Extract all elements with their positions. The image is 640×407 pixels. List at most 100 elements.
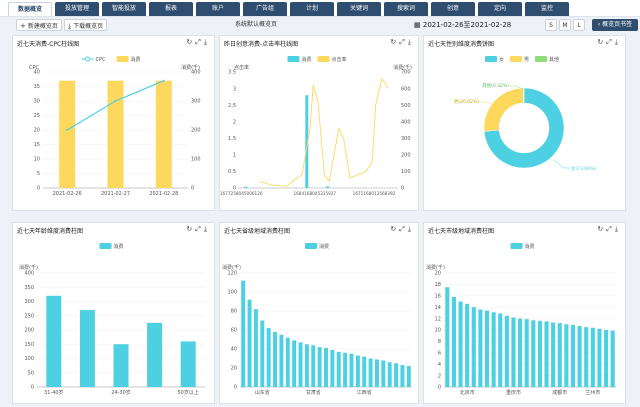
view-bookmark-button[interactable]: ‹ 概览页书签 (592, 19, 638, 31)
tab-7[interactable]: 关键词 (337, 2, 381, 16)
bar (394, 363, 399, 387)
bar (584, 327, 589, 387)
y-tick-label: 700 (401, 70, 411, 76)
legend-swatch (287, 56, 300, 62)
y-tick-label: 5 (37, 171, 40, 177)
expand-icon[interactable]: ⤢ (399, 225, 408, 234)
legend-label: CPC (96, 57, 107, 63)
y-tick-label: 20 (34, 128, 40, 134)
x-tick-label: 2021-02-27 (101, 191, 130, 197)
series-line (260, 77, 389, 187)
y-tick-label: 10 (435, 328, 441, 334)
y-tick-label: 350 (24, 285, 34, 291)
y-tick-label: 40 (231, 347, 237, 353)
bar (241, 280, 246, 387)
refresh-icon[interactable]: ↻ (390, 38, 399, 46)
legend-swatch (99, 243, 112, 249)
y-tick-label: 100 (227, 290, 237, 296)
download-icon[interactable]: ⤓ (408, 225, 414, 234)
slice-label: 其他(0.32%) (482, 82, 509, 89)
expand-icon[interactable]: ⤢ (195, 38, 204, 47)
y-tick-label: 1 (233, 153, 236, 159)
bar (498, 313, 503, 387)
x-tick-label: 24-30岁 (111, 389, 131, 396)
tab-8[interactable]: 搜索词 (384, 2, 428, 16)
download-icon[interactable]: ⤓ (408, 38, 414, 47)
y-tick-label: 0 (31, 385, 34, 391)
bar (458, 301, 463, 387)
bar (324, 348, 328, 387)
y-tick-label: 0 (401, 186, 404, 192)
x-tick-label: 2021-02-28 (149, 191, 178, 197)
refresh-icon[interactable]: ↻ (186, 225, 195, 233)
tab-5[interactable]: 广告组 (243, 2, 287, 16)
legend-swatch (317, 56, 330, 62)
line-point (162, 79, 165, 82)
bar (524, 319, 529, 387)
panel-cpc-chart: 近七天消费-CPC柱线图 ↻⤢⤓ CPC 消费 CPC 消费(千) 0 5 10 15 20 25… (12, 35, 215, 211)
tab-6[interactable]: 计划 (290, 2, 334, 16)
x-tick-label: 甘肃省 (306, 389, 321, 396)
size-m-button[interactable]: M (559, 19, 571, 31)
y-tick-label: 80 (231, 309, 237, 315)
y-tick-label: 50 (28, 370, 34, 376)
bar (374, 359, 379, 387)
download-icon[interactable]: ⤓ (204, 38, 210, 47)
y-tick-label: 20 (435, 271, 441, 277)
calendar-icon: ▦ (414, 21, 421, 29)
y-tick-label: 200 (401, 153, 411, 159)
panel-age-chart: 近七天年龄维度消费柱图 ↻⤢⤓ 消费 消费(千) 0 50 100 150 200 250 30… (12, 222, 215, 404)
y-tick-label: 8 (438, 339, 441, 345)
bar (317, 347, 322, 387)
bar (260, 320, 265, 387)
bar (59, 80, 76, 188)
download-icon[interactable]: ⤓ (615, 38, 621, 47)
panel-title: 昨日创意消费-点击率柱线图 (224, 41, 299, 48)
cpc-bar-line-chart: CPC 消费CPC 消费(千)051015202530354001002003004… (29, 56, 201, 197)
tab-3[interactable]: 报表 (149, 2, 193, 16)
chevron-left-icon: ‹ (597, 21, 601, 28)
bar (155, 80, 172, 188)
expand-icon[interactable]: ⤢ (606, 38, 615, 47)
refresh-icon[interactable]: ↻ (597, 225, 606, 233)
y-tick-label: 250 (24, 313, 34, 319)
expand-icon[interactable]: ⤢ (399, 38, 408, 47)
size-l-button[interactable]: L (573, 19, 585, 31)
refresh-icon[interactable]: ↻ (597, 38, 606, 46)
line-point (66, 129, 69, 131)
expand-icon[interactable]: ⤢ (606, 225, 615, 234)
y-tick-label: 400 (401, 119, 411, 125)
refresh-icon[interactable]: ↻ (390, 225, 399, 233)
download-view-button[interactable]: ⤓ 下载概览页 (64, 19, 108, 31)
y-tick-label: 40 (34, 70, 40, 76)
size-s-button[interactable]: S (545, 19, 557, 31)
bar (349, 353, 354, 387)
bar (478, 309, 483, 387)
tab-11[interactable]: 监控 (525, 2, 569, 16)
bar (79, 310, 95, 387)
panel-title: 近七天省级地域消费柱图 (224, 228, 291, 235)
y-tick-label: 0 (234, 385, 237, 391)
expand-icon[interactable]: ⤢ (195, 225, 204, 234)
legend-label: 消费 (131, 56, 141, 63)
bar (311, 345, 316, 387)
tab-0[interactable]: 数据概览 (8, 2, 52, 16)
tab-4[interactable]: 账户 (196, 2, 240, 16)
y-tick-label: 25 (34, 113, 40, 119)
refresh-icon[interactable]: ↻ (186, 38, 195, 46)
download-icon[interactable]: ⤓ (615, 225, 621, 234)
tab-2[interactable]: 智能投放 (102, 2, 146, 16)
tab-1[interactable]: 投放管理 (55, 2, 99, 16)
city-bar-chart: 消费消费(千)02468101214161820北京市 重庆市 成都市 兰州市 (426, 243, 616, 396)
date-range-picker[interactable]: ▦ 2021-02-26至2021-02-28 (414, 19, 524, 31)
tab-10[interactable]: 定向 (478, 2, 522, 16)
bar (336, 351, 341, 387)
tab-9[interactable]: 创意 (431, 2, 475, 16)
download-icon[interactable]: ⤓ (204, 225, 210, 234)
bar (557, 323, 562, 387)
bar (285, 337, 290, 387)
new-view-button[interactable]: + 新建概览页 (16, 19, 62, 31)
bar (504, 315, 509, 387)
bar (113, 344, 129, 387)
bar (551, 322, 556, 387)
